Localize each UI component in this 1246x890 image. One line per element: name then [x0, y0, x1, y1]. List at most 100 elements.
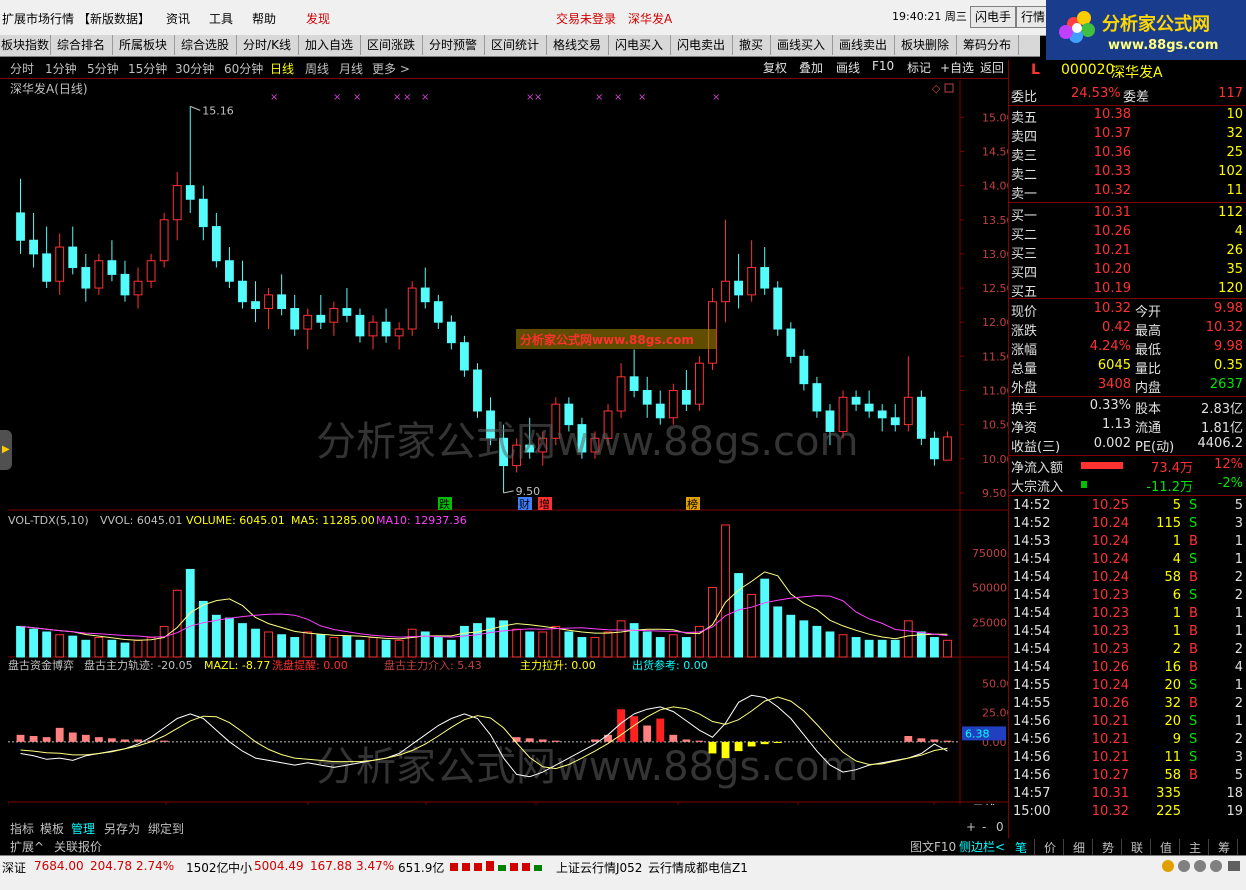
quote-tab-5[interactable]: 值 [1153, 839, 1180, 856]
toolbar-btn-2[interactable]: 所属板块 [112, 35, 175, 55]
period-3[interactable]: 15分钟 [128, 60, 167, 77]
menu-discover[interactable]: 发现 [306, 10, 330, 27]
flow-value-1: -11.2万 [1146, 480, 1193, 495]
grid-icon [1228, 861, 1240, 871]
stat-v2-3: 0.35 [1214, 358, 1243, 373]
quote-button[interactable]: 行情 [1016, 6, 1051, 28]
sidebar-toggle-button[interactable]: 侧边栏< [959, 838, 1005, 855]
toolbar-btn-9[interactable]: 格线交易 [546, 35, 609, 55]
menu-extended-market[interactable]: 扩展市场行情 [2, 10, 74, 27]
ask-price-1[interactable]: 10.37 [1071, 126, 1131, 141]
signal-marker-5: × [421, 92, 429, 103]
period-7[interactable]: 周线 [305, 60, 329, 77]
quote-tab-7[interactable]: 筹 [1211, 839, 1238, 856]
tab-related-quote[interactable]: 关联报价 [54, 838, 102, 855]
toolbar-btn-10[interactable]: 闪电买入 [608, 35, 671, 55]
menu-news[interactable]: 资讯 [166, 10, 190, 27]
period-4[interactable]: 30分钟 [175, 60, 214, 77]
index-zx-label[interactable]: 中小 [228, 859, 252, 876]
toolbar-btn-4[interactable]: 分时/K线 [236, 35, 299, 55]
vol-bar-60 [799, 620, 809, 658]
vol-bar-70 [930, 637, 939, 658]
toolbar-btn-12[interactable]: 撤买 [732, 35, 771, 55]
index-zx-change: 167.88 [310, 859, 352, 873]
kline-chart-area[interactable]: 15.00 14.50 14.00 13.50 13.00 12.50 12.00 11.50… [7, 80, 1014, 817]
f10-button[interactable]: 图文F10 [910, 838, 956, 855]
toolbar-btn-6[interactable]: 区间涨跌 [360, 35, 423, 55]
ask-price-0[interactable]: 10.38 [1071, 107, 1131, 122]
quote-tab-1[interactable]: 价 [1037, 839, 1064, 856]
toolbar-btn-7[interactable]: 分时预警 [422, 35, 485, 55]
ask-price-3[interactable]: 10.33 [1071, 164, 1131, 179]
candle-body-17 [238, 280, 247, 303]
menu-new-data[interactable]: 【新版数据】 [78, 10, 150, 27]
period-8[interactable]: 月线 [339, 60, 363, 77]
bid-price-4[interactable]: 10.19 [1071, 281, 1131, 296]
sidebar-expand-handle[interactable]: ▶ [0, 430, 12, 470]
toolbar-btn-14[interactable]: 画线卖出 [832, 35, 895, 55]
tab-save-as[interactable]: 另存为 [104, 820, 140, 837]
period-6[interactable]: 日线 [270, 60, 294, 77]
quote-tab-3[interactable]: 势 [1095, 839, 1122, 856]
ask-price-2[interactable]: 10.36 [1071, 145, 1131, 160]
period-5[interactable]: 60分钟 [224, 60, 263, 77]
period-1[interactable]: 1分钟 [45, 60, 77, 77]
tab-indicator[interactable]: 指标 [10, 820, 34, 837]
tab-manage[interactable]: 管理 [71, 820, 95, 837]
quote-tab-4[interactable]: 联 [1124, 839, 1151, 856]
bid-price-0[interactable]: 10.31 [1071, 205, 1131, 220]
period-tool-3[interactable]: F10 [872, 59, 894, 73]
bid-label-1: 买二 [1011, 228, 1038, 243]
period-tool-4[interactable]: 标记 [907, 59, 931, 76]
quote-tab-6[interactable]: 主 [1182, 839, 1209, 856]
period-0[interactable]: 分时 [10, 60, 34, 77]
period-tool-0[interactable]: 复权 [763, 59, 787, 76]
tab-bind-to[interactable]: 绑定到 [148, 820, 184, 837]
toolbar-btn-13[interactable]: 画线买入 [770, 35, 833, 55]
candle-body-35 [473, 369, 482, 412]
menu-help[interactable]: 帮助 [252, 10, 276, 27]
tick-count-2: 1 [1234, 534, 1243, 549]
menu-tools[interactable]: 工具 [209, 10, 233, 27]
toolbar-btn-5[interactable]: 加入自选 [298, 35, 361, 55]
vol-bar-61 [812, 625, 822, 658]
zoom-reset-button[interactable]: 0 [996, 820, 1004, 834]
tick-side-13: S [1189, 732, 1198, 747]
tick-vol-12: 20 [1164, 714, 1181, 729]
period-tool-5[interactable]: +自选 [940, 59, 974, 76]
quote-tab-0[interactable]: 笔 [1008, 839, 1035, 856]
zoom-in-button[interactable]: + [966, 820, 976, 834]
toolbar-btn-3[interactable]: 综合选股 [174, 35, 237, 55]
toolbar-btn-16[interactable]: 筹码分布 [956, 35, 1019, 55]
vol-bar-58 [773, 606, 783, 658]
server-status-1[interactable]: 上证云行情J052 [556, 859, 642, 876]
zoom-out-button[interactable]: - [982, 820, 986, 834]
ask-price-4[interactable]: 10.32 [1071, 183, 1131, 198]
flash-trade-button[interactable]: 闪电手 [970, 6, 1017, 28]
bid-price-1[interactable]: 10.26 [1071, 224, 1131, 239]
vol-bar-45 [603, 631, 613, 658]
period-2[interactable]: 5分钟 [87, 60, 119, 77]
period-tool-2[interactable]: 画线 [836, 59, 860, 76]
login-status[interactable]: 交易未登录 [556, 10, 616, 27]
toolbar-btn-11[interactable]: 闪电卖出 [670, 35, 733, 55]
candle-body-21 [290, 308, 300, 330]
bid-price-3[interactable]: 10.20 [1071, 262, 1131, 277]
period-tool-1[interactable]: 叠加 [799, 59, 823, 76]
period-tool-6[interactable]: 返回 [980, 59, 1004, 76]
toolbar-btn-8[interactable]: 区间统计 [484, 35, 547, 55]
toolbar-btn-1[interactable]: 综合排名 [50, 35, 113, 55]
bid-price-2[interactable]: 10.21 [1071, 243, 1131, 258]
candle-body-30 [407, 287, 417, 330]
kline-chart-svg[interactable]: 15.00 14.50 14.00 13.50 13.00 12.50 12.00 11.50… [7, 80, 1014, 817]
toolbar-btn-0[interactable]: 板块指数 [0, 35, 51, 55]
period-9[interactable]: 更多 > [372, 60, 410, 77]
quote-tab-2[interactable]: 细 [1066, 839, 1093, 856]
vol-bar-26 [355, 639, 365, 658]
toolbar-btn-15[interactable]: 板块删除 [894, 35, 957, 55]
tab-template[interactable]: 模板 [40, 820, 64, 837]
server-status-2[interactable]: 云行情成都电信Z1 [648, 859, 748, 876]
tab-extend[interactable]: 扩展^ [10, 838, 44, 855]
vol-bar-46 [616, 620, 626, 658]
index-sz-label[interactable]: 深证 [2, 859, 26, 876]
